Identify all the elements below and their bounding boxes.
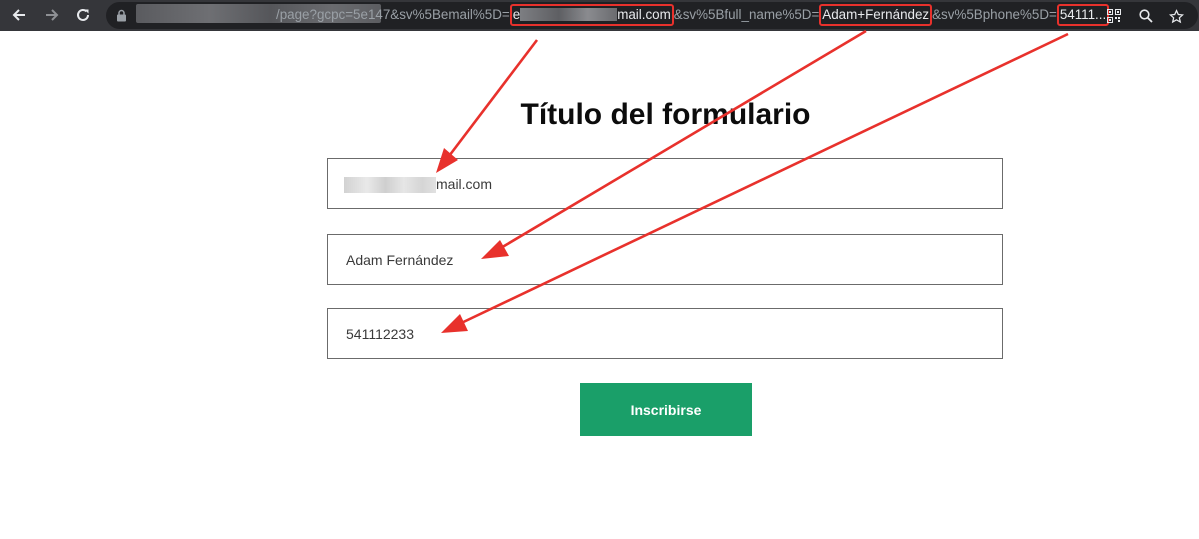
arrow-name-head	[481, 240, 509, 259]
arrow-phone	[454, 32, 1069, 328]
arrow-phone-head	[441, 314, 468, 333]
arrow-email-head	[436, 148, 458, 173]
annotation-arrows	[436, 29, 1069, 333]
arrow-email	[441, 39, 539, 165]
